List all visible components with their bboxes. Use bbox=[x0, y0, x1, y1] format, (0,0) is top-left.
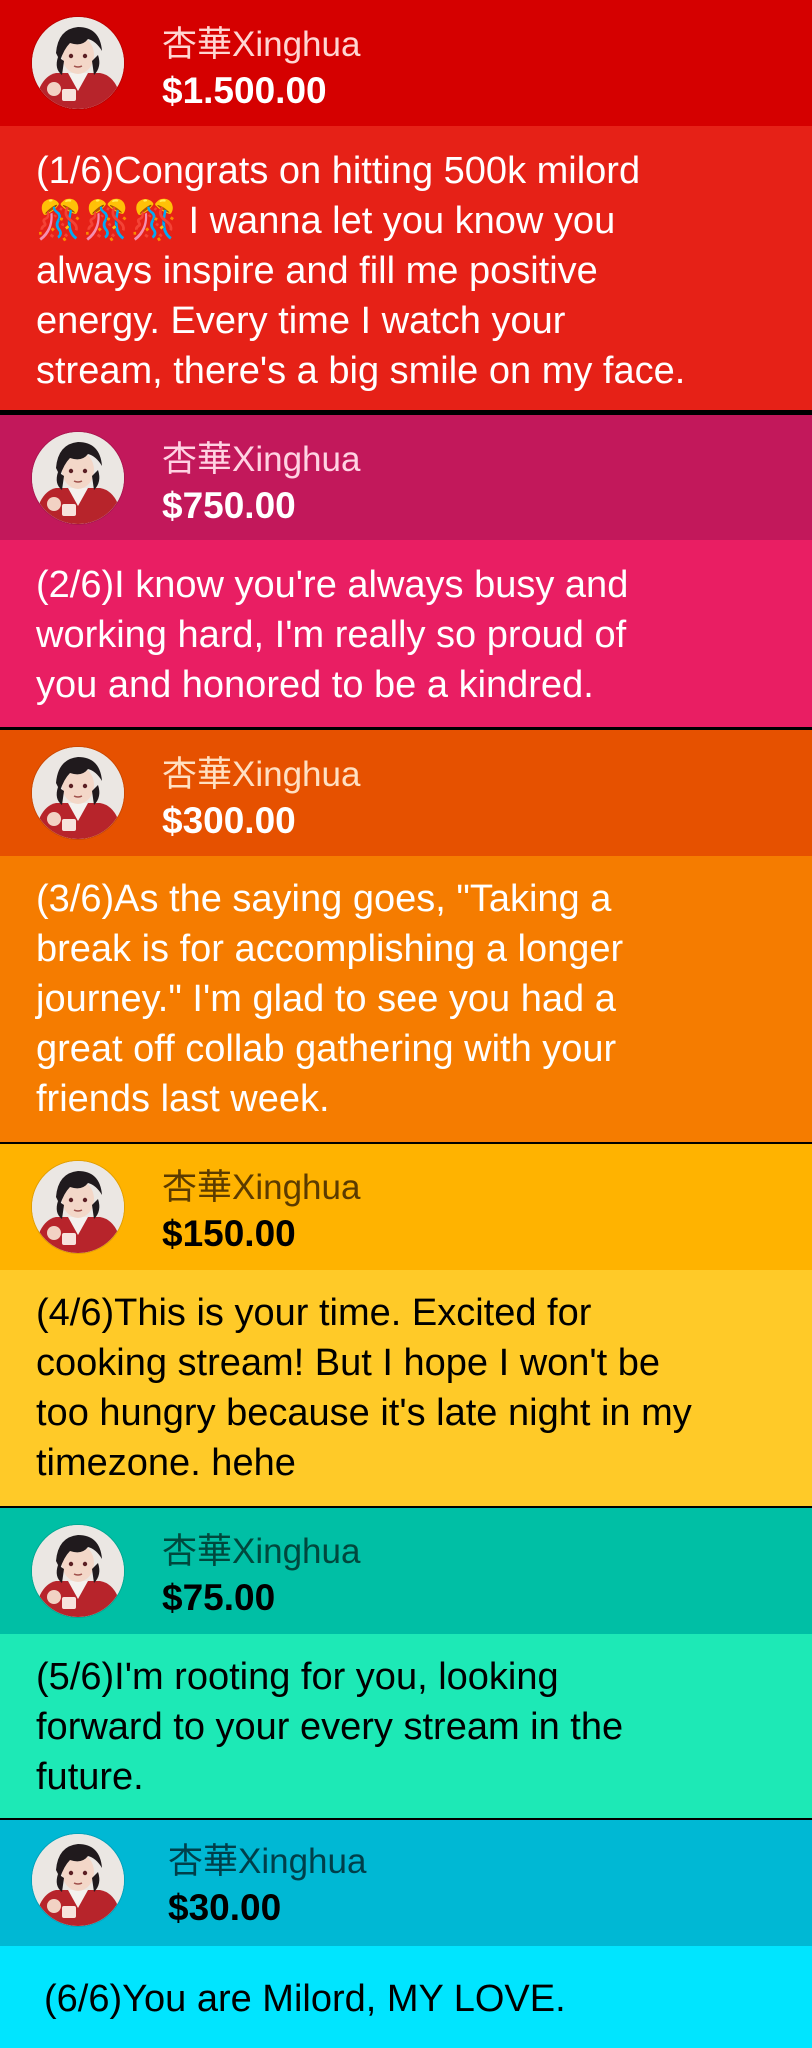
superchat-header: 杏華Xinghua $150.00 bbox=[0, 1144, 812, 1270]
superchat-header: 杏華Xinghua $1.500.00 bbox=[0, 0, 812, 126]
superchat-message: (6/6)You are Milord, MY LOVE. bbox=[44, 1978, 566, 2020]
superchat-message: (2/6)I know you're always busy and worki… bbox=[36, 564, 629, 706]
superchat-amount: $150.00 bbox=[162, 1213, 296, 1254]
superchat-message: (4/6)This is your time. Excited for cook… bbox=[36, 1292, 692, 1484]
superchat-message-area: (3/6)As the saying goes, "Taking a break… bbox=[0, 856, 812, 1142]
superchat-author-name[interactable]: 杏華Xinghua bbox=[162, 1532, 360, 1572]
user-avatar[interactable] bbox=[32, 17, 124, 109]
superchat-amount: $300.00 bbox=[162, 800, 296, 841]
superchat-card[interactable]: 杏華Xinghua $300.00 (3/6)As the saying goe… bbox=[0, 730, 812, 1142]
superchat-author-name[interactable]: 杏華Xinghua bbox=[162, 1168, 360, 1208]
superchat-card[interactable]: 杏華Xinghua $30.00 (6/6)You are Milord, MY… bbox=[0, 1820, 812, 2048]
superchat-author-name[interactable]: 杏華Xinghua bbox=[162, 440, 360, 480]
superchat-message-area: (4/6)This is your time. Excited for cook… bbox=[0, 1270, 812, 1506]
superchat-message-area: (2/6)I know you're always busy and worki… bbox=[0, 540, 812, 727]
superchat-card[interactable]: 杏華Xinghua $1.500.00 (1/6)Congrats on hit… bbox=[0, 0, 812, 410]
user-avatar[interactable] bbox=[32, 1161, 124, 1253]
superchat-header: 杏華Xinghua $30.00 bbox=[0, 1820, 812, 1946]
superchat-card[interactable]: 杏華Xinghua $750.00 (2/6)I know you're alw… bbox=[0, 415, 812, 727]
user-avatar[interactable] bbox=[32, 1525, 124, 1617]
superchat-feed: 杏華Xinghua $1.500.00 (1/6)Congrats on hit… bbox=[0, 0, 812, 2048]
user-avatar[interactable] bbox=[32, 1834, 124, 1926]
superchat-author-name[interactable]: 杏華Xinghua bbox=[168, 1842, 366, 1882]
superchat-header: 杏華Xinghua $300.00 bbox=[0, 730, 812, 856]
user-avatar[interactable] bbox=[32, 747, 124, 839]
superchat-message: (3/6)As the saying goes, "Taking a break… bbox=[36, 878, 624, 1120]
superchat-header: 杏華Xinghua $750.00 bbox=[0, 415, 812, 540]
superchat-header: 杏華Xinghua $75.00 bbox=[0, 1508, 812, 1634]
superchat-card[interactable]: 杏華Xinghua $150.00 (4/6)This is your time… bbox=[0, 1144, 812, 1506]
superchat-message: (1/6)Congrats on hitting 500k milord 🎊🎊🎊… bbox=[36, 150, 686, 392]
superchat-message-area: (6/6)You are Milord, MY LOVE. bbox=[0, 1946, 812, 2048]
user-avatar[interactable] bbox=[32, 432, 124, 524]
superchat-amount: $750.00 bbox=[162, 485, 296, 526]
superchat-card[interactable]: 杏華Xinghua $75.00 (5/6)I'm rooting for yo… bbox=[0, 1508, 812, 1818]
superchat-message: (5/6)I'm rooting for you, looking forwar… bbox=[36, 1656, 624, 1798]
superchat-author-name[interactable]: 杏華Xinghua bbox=[162, 755, 360, 795]
superchat-author-name[interactable]: 杏華Xinghua bbox=[162, 25, 360, 65]
superchat-message-area: (1/6)Congrats on hitting 500k milord 🎊🎊🎊… bbox=[0, 126, 812, 410]
superchat-amount: $30.00 bbox=[168, 1887, 282, 1928]
superchat-amount: $75.00 bbox=[162, 1577, 276, 1618]
superchat-amount: $1.500.00 bbox=[162, 70, 327, 111]
superchat-message-area: (5/6)I'm rooting for you, looking forwar… bbox=[0, 1634, 812, 1818]
